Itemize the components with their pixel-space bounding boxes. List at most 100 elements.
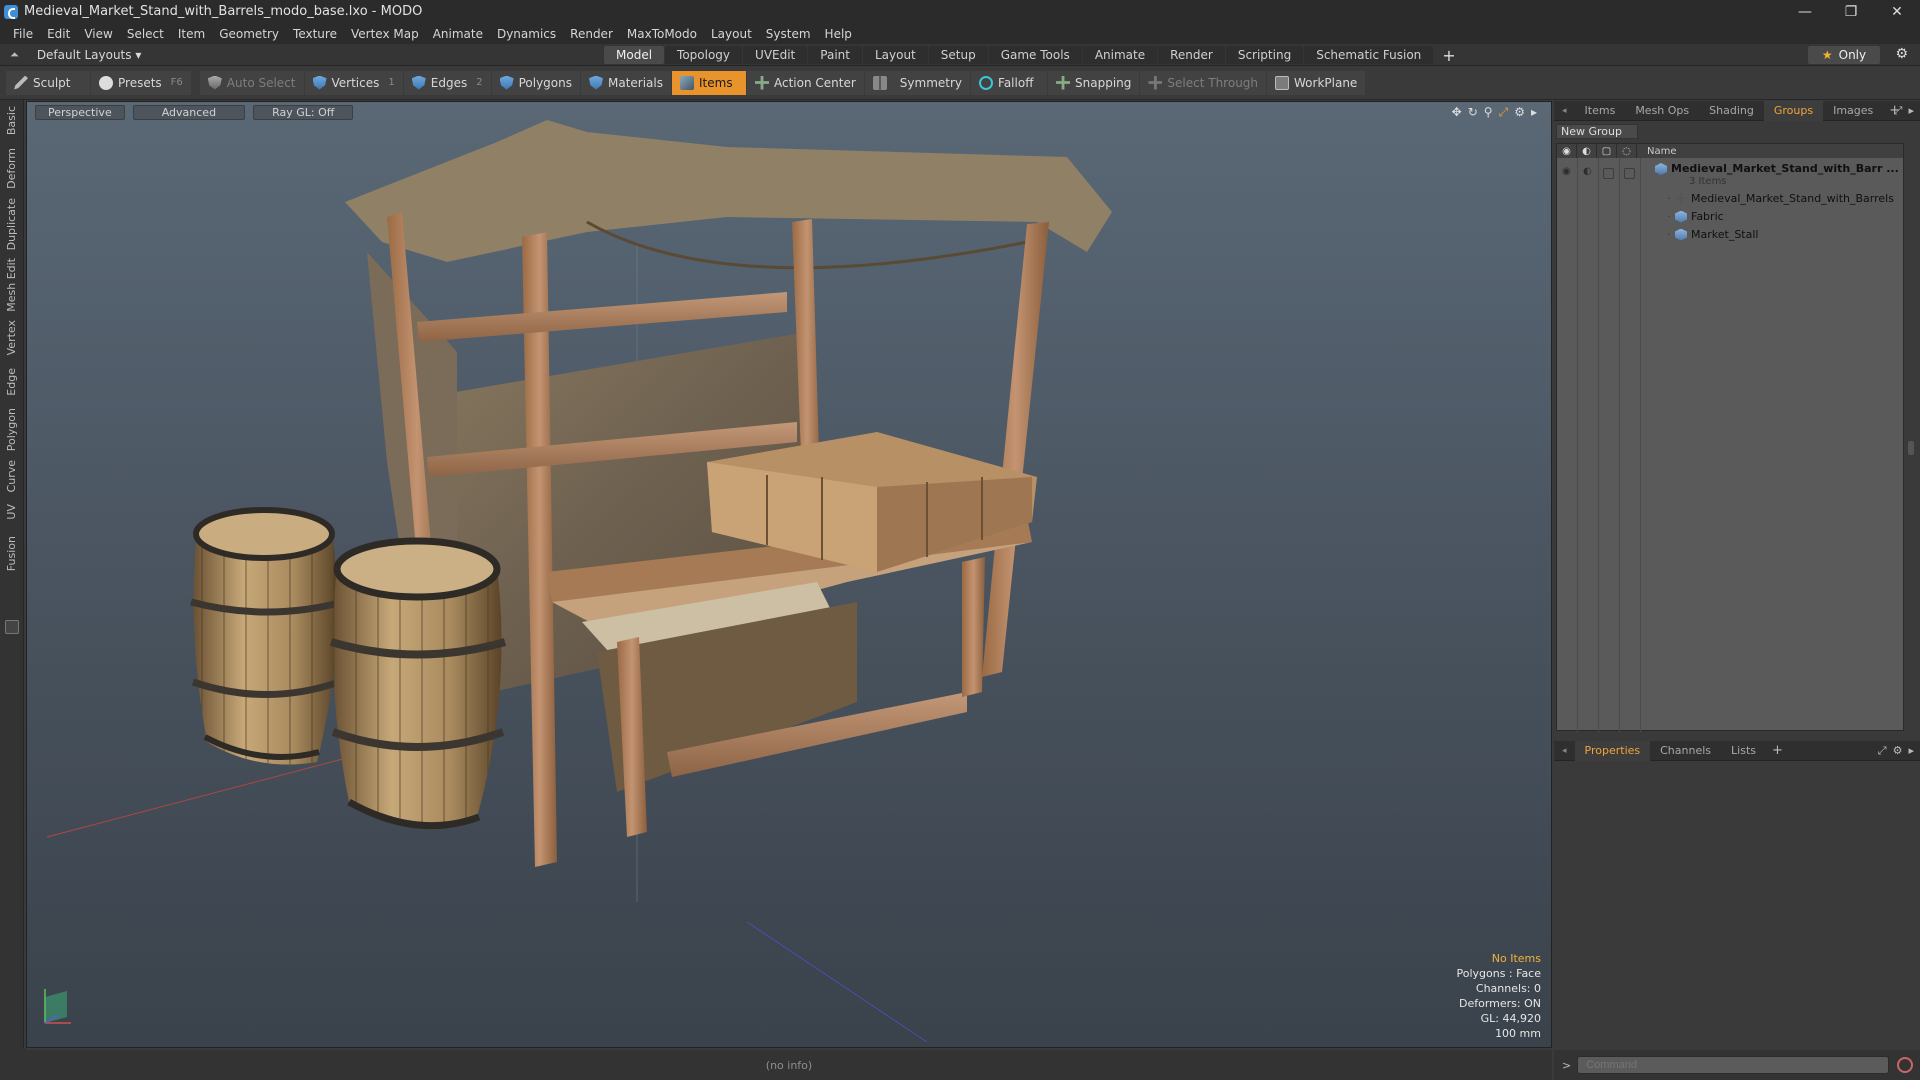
menu-animate[interactable]: Animate — [426, 27, 490, 41]
add-properties-tab-button[interactable]: + — [1766, 741, 1789, 761]
sculpt-button[interactable]: Sculpt — [6, 70, 90, 95]
tab-schematic-fusion[interactable]: Schematic Fusion — [1304, 46, 1434, 64]
group-child-row[interactable]: · Medieval_Market_Stand_with_Barrels — [1557, 190, 1903, 206]
name-column-header[interactable]: Name — [1637, 146, 1677, 157]
minimize-button[interactable]: — — [1782, 0, 1828, 23]
lock-checkbox[interactable] — [1603, 168, 1614, 179]
render-column-icon[interactable]: ◐ — [1577, 144, 1597, 158]
tab-images[interactable]: Images — [1823, 101, 1883, 121]
left-tab-vertex[interactable]: Vertex — [5, 320, 18, 355]
tab-game-tools[interactable]: Game Tools — [988, 46, 1082, 64]
tab-paint[interactable]: Paint — [808, 46, 862, 64]
materials-button[interactable]: Materials — [580, 70, 671, 95]
tab-topology[interactable]: Topology — [665, 46, 743, 64]
tab-properties[interactable]: Properties — [1574, 740, 1651, 761]
collapse-arrow-icon[interactable]: ⏶ — [10, 48, 19, 62]
menu-item[interactable]: Item — [171, 27, 212, 41]
tab-model[interactable]: Model — [604, 46, 665, 64]
zoom-icon[interactable]: ⚲ — [1484, 105, 1493, 120]
add-tab-button[interactable]: + — [1434, 46, 1463, 65]
lock-column-icon[interactable]: ▢ — [1597, 144, 1617, 158]
tab-scripting[interactable]: Scripting — [1225, 46, 1304, 64]
tab-render[interactable]: Render — [1158, 46, 1225, 64]
select-through-button[interactable]: Select Through — [1140, 70, 1267, 95]
tab-groups[interactable]: Groups — [1763, 100, 1824, 121]
left-tab-duplicate[interactable]: Duplicate — [5, 198, 18, 250]
scrollbar-handle[interactable] — [1908, 441, 1914, 455]
tab-layout[interactable]: Layout — [862, 46, 928, 64]
falloff-button[interactable]: Falloff — [971, 70, 1048, 95]
group-row[interactable]: ◉ ◐ Medieval_Market_Stand_with_Barr ... … — [1557, 160, 1903, 188]
left-tab-basic[interactable]: Basic — [5, 106, 18, 135]
menu-help[interactable]: Help — [818, 27, 859, 41]
group-child-row[interactable]: · Market_Stall — [1557, 226, 1903, 242]
expand-icon[interactable]: ⤢ — [1894, 104, 1903, 118]
items-button[interactable]: Items — [672, 70, 746, 95]
tab-mesh-ops[interactable]: Mesh Ops — [1625, 101, 1699, 121]
panel-menu-arrow-icon[interactable]: ▸ — [1908, 104, 1914, 118]
gear-icon[interactable]: ⚙ — [1895, 46, 1908, 62]
layouts-dropdown[interactable]: ⏶ Default Layouts ▾ — [0, 48, 600, 62]
restore-button[interactable]: ❐ — [1828, 0, 1874, 23]
tab-uvedit[interactable]: UVEdit — [743, 46, 808, 64]
menu-texture[interactable]: Texture — [286, 27, 344, 41]
record-icon[interactable] — [1897, 1057, 1914, 1073]
tab-lists[interactable]: Lists — [1721, 741, 1766, 761]
render-toggle-icon[interactable]: ◐ — [1583, 166, 1592, 177]
tab-channels[interactable]: Channels — [1650, 741, 1721, 761]
tab-items[interactable]: Items — [1575, 101, 1626, 121]
auto-select-button[interactable]: Auto Select — [199, 70, 304, 95]
polygons-button[interactable]: Polygons — [491, 70, 580, 95]
panel-handle-icon[interactable]: ◂ — [1562, 746, 1567, 756]
rotate-icon[interactable]: ↻ — [1468, 105, 1478, 120]
gear-icon[interactable]: ⚙ — [1893, 744, 1903, 758]
menu-vertex-map[interactable]: Vertex Map — [344, 27, 426, 41]
new-group-button[interactable]: New Group — [1556, 124, 1638, 139]
tab-animate[interactable]: Animate — [1082, 46, 1158, 64]
left-tab-edge[interactable]: Edge — [5, 368, 18, 396]
menu-layout[interactable]: Layout — [704, 27, 759, 41]
tab-shading[interactable]: Shading — [1699, 101, 1764, 121]
shading-mode-button[interactable]: Advanced — [132, 105, 246, 120]
menu-render[interactable]: Render — [563, 27, 620, 41]
pan-icon[interactable]: ✥ — [1452, 105, 1462, 120]
snapping-button[interactable]: Snapping — [1048, 70, 1140, 95]
action-center-button[interactable]: Action Center — [747, 70, 864, 95]
tool-palette-toggle[interactable] — [5, 620, 19, 634]
menu-select[interactable]: Select — [120, 27, 171, 41]
edges-button[interactable]: Edges 2 — [403, 70, 491, 95]
command-input[interactable] — [1577, 1056, 1890, 1074]
left-tab-polygon[interactable]: Polygon — [5, 408, 18, 451]
group-child-row[interactable]: · Fabric — [1557, 208, 1903, 224]
menu-dynamics[interactable]: Dynamics — [490, 27, 563, 41]
3d-viewport[interactable]: Perspective Advanced Ray GL: Off ✥ ↻ ⚲ ⤢… — [26, 101, 1552, 1048]
menu-edit[interactable]: Edit — [40, 27, 77, 41]
panel-menu-arrow-icon[interactable]: ▸ — [1908, 744, 1914, 758]
fit-icon[interactable]: ⤢ — [1499, 105, 1509, 120]
eye-icon[interactable]: ◉ — [1562, 166, 1571, 177]
left-tab-fusion[interactable]: Fusion — [5, 536, 18, 571]
left-tab-uv[interactable]: UV — [5, 504, 18, 520]
menu-geometry[interactable]: Geometry — [212, 27, 286, 41]
workplane-button[interactable]: WorkPlane — [1267, 70, 1366, 95]
symmetry-button[interactable]: Symmetry — [864, 70, 971, 95]
raygl-button[interactable]: Ray GL: Off — [253, 105, 354, 120]
menu-maxtomodo[interactable]: MaxToModo — [620, 27, 704, 41]
menu-file[interactable]: File — [6, 27, 40, 41]
panel-handle-icon[interactable]: ◂ — [1562, 106, 1567, 116]
only-button[interactable]: ★ Only — [1808, 46, 1880, 64]
left-tab-deform[interactable]: Deform — [5, 148, 18, 189]
viewport-settings-icon[interactable]: ⚙ — [1514, 105, 1525, 120]
close-button[interactable]: ✕ — [1874, 0, 1920, 23]
visibility-column-icon[interactable]: ◉ — [1557, 144, 1577, 158]
left-tab-curve[interactable]: Curve — [5, 460, 18, 492]
viewport-menu-arrow-icon[interactable]: ▸ — [1531, 105, 1537, 120]
view-mode-button[interactable]: Perspective — [35, 105, 125, 120]
left-tab-mesh-edit[interactable]: Mesh Edit — [5, 258, 18, 312]
presets-button[interactable]: Presets F6 — [91, 70, 191, 95]
command-arrow-icon[interactable]: > — [1562, 1059, 1571, 1072]
expand-icon[interactable]: ⤢ — [1878, 744, 1887, 758]
menu-view[interactable]: View — [77, 27, 119, 41]
select-column-icon[interactable]: ◌ — [1617, 144, 1637, 158]
menu-system[interactable]: System — [759, 27, 818, 41]
